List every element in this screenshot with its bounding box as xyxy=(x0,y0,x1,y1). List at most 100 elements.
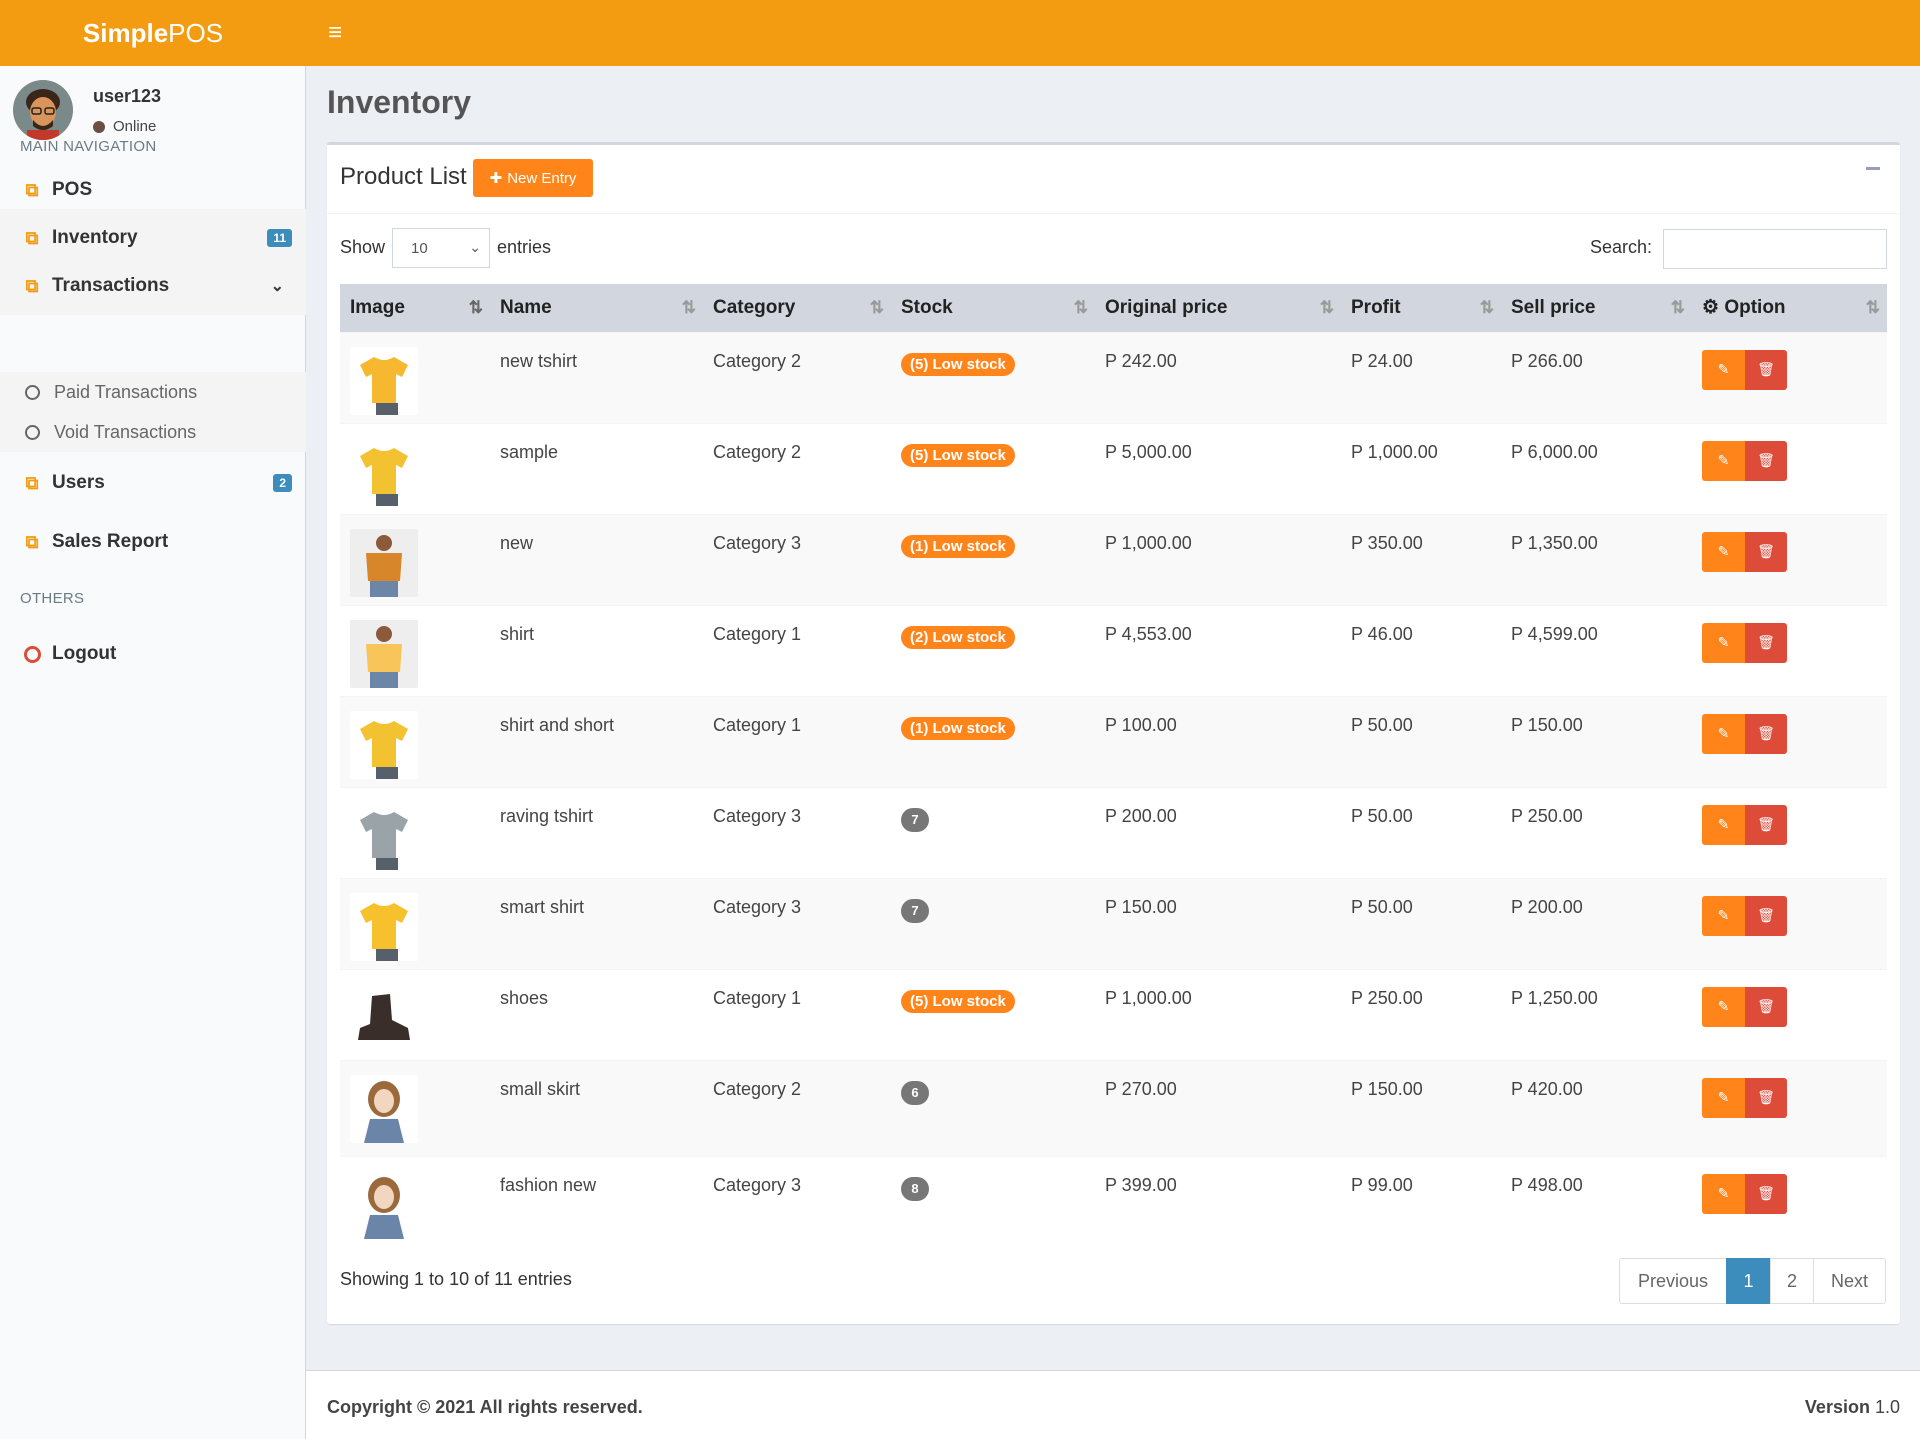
trash-icon: 🗑 xyxy=(1757,998,1775,1014)
edit-icon: ✎ xyxy=(1717,543,1730,559)
category-cell: Category 3 xyxy=(713,896,802,917)
menu-toggle-icon[interactable]: ≡ xyxy=(322,18,348,48)
next-page-button[interactable]: Next xyxy=(1813,1258,1886,1304)
original-price-cell: P 5,000.00 xyxy=(1105,441,1192,462)
table-row: raving tshirt Category 3 7 P 200.00 P 50.00 P… xyxy=(340,787,1887,878)
stock-cell: (5) Low stock xyxy=(891,423,1095,514)
sort-icon: ⇅ xyxy=(1865,298,1880,317)
sidebar-item-logout[interactable]: Logout xyxy=(0,625,306,683)
edit-button[interactable]: ✎ xyxy=(1702,531,1745,572)
edit-button[interactable]: ✎ xyxy=(1702,622,1745,663)
online-status: Online xyxy=(93,118,156,135)
edit-button[interactable]: ✎ xyxy=(1702,986,1745,1027)
image-cell xyxy=(340,423,490,514)
profit-cell: P 50.00 xyxy=(1351,896,1413,917)
stock-cell: (5) Low stock xyxy=(891,332,1095,423)
sidebar-item-users[interactable]: ⧉ Users 2 xyxy=(0,454,306,512)
name-cell: shirt xyxy=(500,623,535,644)
column-header-option[interactable]: ⚙ Option ⇅ xyxy=(1692,284,1887,332)
page-2-button[interactable]: 2 xyxy=(1770,1258,1814,1304)
product-thumbnail xyxy=(350,528,418,597)
image-cell xyxy=(340,878,490,969)
delete-button[interactable]: 🗑 xyxy=(1745,531,1787,572)
category-cell: Category 2 xyxy=(713,1078,802,1099)
column-label: Original price xyxy=(1105,296,1228,318)
name-cell: shoes xyxy=(500,987,549,1008)
column-header-name[interactable]: Name ⇅ xyxy=(490,284,703,332)
column-label: Stock xyxy=(901,296,953,318)
stock-cell: 6 xyxy=(891,1060,1095,1156)
stock-cell: (5) Low stock xyxy=(891,969,1095,1060)
original-price-cell: P 270.00 xyxy=(1105,1078,1177,1099)
delete-button[interactable]: 🗑 xyxy=(1745,895,1787,936)
table-header-row: Image ⇅ Name ⇅ Category ⇅ Stock ⇅ Original p… xyxy=(340,284,1887,332)
column-header-profit[interactable]: Profit ⇅ xyxy=(1341,284,1501,332)
delete-button[interactable]: 🗑 xyxy=(1745,1173,1787,1214)
page-title: Inventory xyxy=(327,84,472,120)
sidebar-item-void-transactions[interactable]: Void Transactions xyxy=(25,422,196,443)
stock-count-badge: 6 xyxy=(901,1080,929,1105)
delete-button[interactable]: 🗑 xyxy=(1745,349,1787,390)
option-cell: ✎ 🗑 xyxy=(1692,878,1887,969)
product-thumbnail xyxy=(350,710,418,779)
search-label: Search: xyxy=(1590,237,1653,257)
column-header-original-price[interactable]: Original price ⇅ xyxy=(1095,284,1341,332)
product-thumbnail xyxy=(350,1170,418,1239)
table-row: fashion new Category 3 8 P 399.00 P 99.00 P 4… xyxy=(340,1156,1887,1247)
brand-logo[interactable]: Simple POS xyxy=(0,0,306,66)
search-input[interactable] xyxy=(1663,229,1887,269)
delete-button[interactable]: 🗑 xyxy=(1745,440,1787,481)
edit-button[interactable]: ✎ xyxy=(1702,804,1745,845)
delete-button[interactable]: 🗑 xyxy=(1745,986,1787,1027)
option-cell: ✎ 🗑 xyxy=(1692,1156,1887,1247)
image-cell xyxy=(340,969,490,1060)
column-header-category[interactable]: Category ⇅ xyxy=(703,284,891,332)
option-cell: ✎ 🗑 xyxy=(1692,1060,1887,1156)
option-cell: ✎ 🗑 xyxy=(1692,423,1887,514)
edit-button[interactable]: ✎ xyxy=(1702,1077,1745,1118)
status-label: Online xyxy=(113,118,157,135)
copy-icon: ⧉ xyxy=(25,227,39,248)
profit-cell: P 46.00 xyxy=(1351,623,1413,644)
column-label: Sell price xyxy=(1511,296,1596,318)
box-title: Product List xyxy=(340,163,467,190)
entries-length-select[interactable]: 10 ⌄ xyxy=(392,228,490,268)
image-cell xyxy=(340,514,490,605)
page-1-button[interactable]: 1 xyxy=(1726,1258,1771,1304)
option-cell: ✎ 🗑 xyxy=(1692,696,1887,787)
sell-price-cell: P 1,250.00 xyxy=(1511,987,1598,1008)
edit-button[interactable]: ✎ xyxy=(1702,713,1745,754)
sidebar-item-sales-report[interactable]: ⧉ Sales Report xyxy=(0,513,306,571)
product-list-box: Product List ✚ New Entry Show 10 ⌄ entries… xyxy=(327,142,1900,1324)
category-cell: Category 2 xyxy=(713,441,802,462)
column-label: Name xyxy=(500,296,552,318)
edit-button[interactable]: ✎ xyxy=(1702,895,1745,936)
column-header-sell-price[interactable]: Sell price ⇅ xyxy=(1501,284,1692,332)
name-cell: new tshirt xyxy=(500,350,578,371)
sort-icon: ⇅ xyxy=(869,298,884,317)
option-cell: ✎ 🗑 xyxy=(1692,332,1887,423)
original-price-cell: P 150.00 xyxy=(1105,896,1177,917)
transactions-submenu: Paid Transactions Void Transactions xyxy=(0,372,306,452)
delete-button[interactable]: 🗑 xyxy=(1745,804,1787,845)
edit-icon: ✎ xyxy=(1717,1089,1730,1105)
sidebar-item-paid-transactions[interactable]: Paid Transactions xyxy=(25,382,197,403)
sidebar-item-transactions[interactable]: ⧉ Transactions ⌄ xyxy=(0,257,306,315)
delete-button[interactable]: 🗑 xyxy=(1745,1077,1787,1118)
name-cell: sample xyxy=(500,441,559,462)
column-label: Image xyxy=(350,296,405,318)
new-entry-button[interactable]: ✚ New Entry xyxy=(473,159,593,197)
delete-button[interactable]: 🗑 xyxy=(1745,622,1787,663)
previous-page-button[interactable]: Previous xyxy=(1619,1258,1727,1304)
sort-icon: ⇅ xyxy=(1073,298,1088,317)
chevron-down-icon: ⌄ xyxy=(270,278,284,295)
sidebar-item-label: Transactions xyxy=(52,275,170,296)
edit-button[interactable]: ✎ xyxy=(1702,349,1745,390)
collapse-icon[interactable] xyxy=(1866,167,1880,170)
stock-cell: (2) Low stock xyxy=(891,605,1095,696)
edit-button[interactable]: ✎ xyxy=(1702,1173,1745,1214)
column-header-image[interactable]: Image ⇅ xyxy=(340,284,490,332)
edit-button[interactable]: ✎ xyxy=(1702,440,1745,481)
column-header-stock[interactable]: Stock ⇅ xyxy=(891,284,1095,332)
delete-button[interactable]: 🗑 xyxy=(1745,713,1787,754)
